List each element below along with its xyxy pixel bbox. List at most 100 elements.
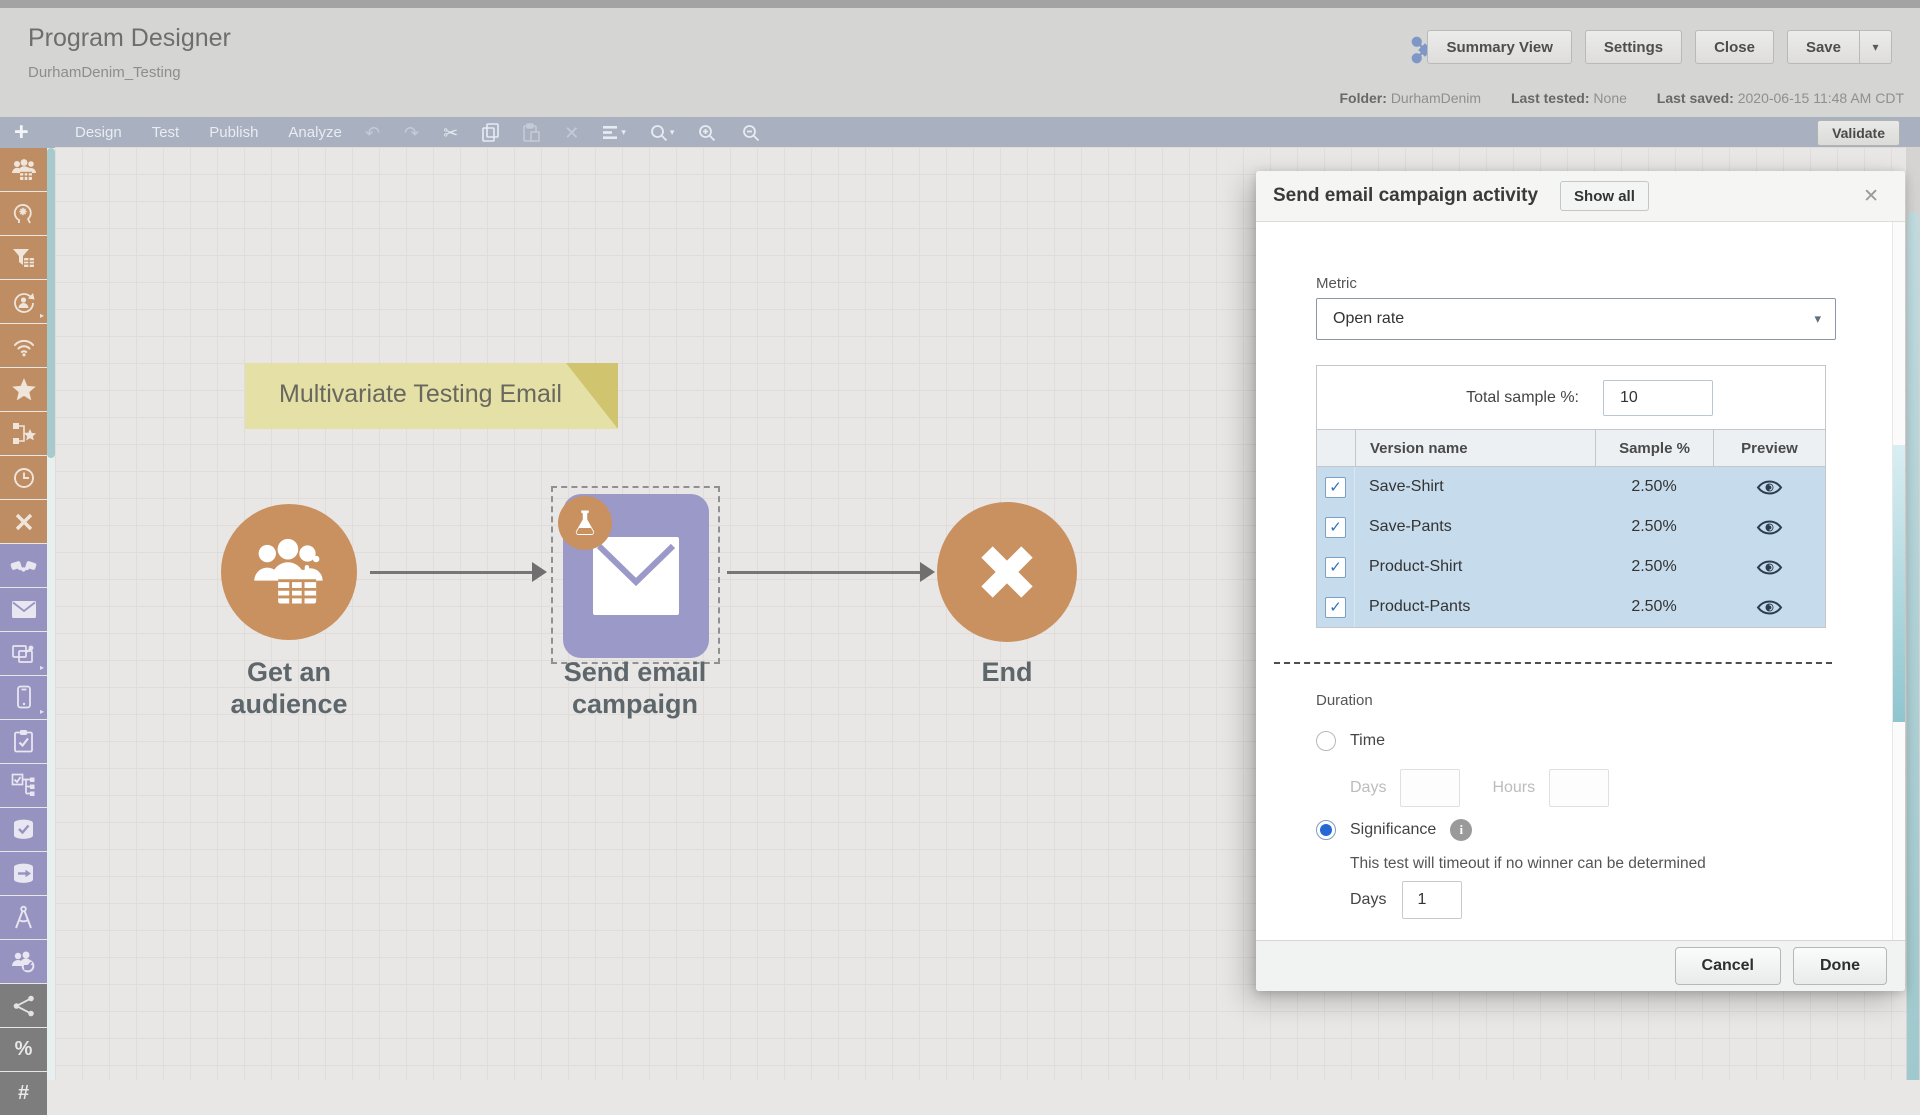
preview-eye-icon[interactable]	[1756, 559, 1783, 576]
preview-eye-icon[interactable]	[1756, 599, 1783, 616]
sidebar-item-email[interactable]	[0, 588, 47, 631]
zoom-icon[interactable]: ▾	[650, 124, 675, 142]
tab-publish[interactable]: Publish	[209, 124, 258, 141]
sidebar-item-handshake[interactable]	[0, 544, 47, 587]
zoom-in-icon[interactable]	[698, 124, 718, 142]
check-icon: ✓	[1329, 518, 1342, 536]
align-icon[interactable]: ▾	[603, 125, 626, 140]
delete-icon[interactable]: ✕	[564, 124, 579, 142]
add-step-button[interactable]: +	[14, 118, 29, 147]
table-row: ✓ Save-Pants 2.50%	[1317, 507, 1825, 547]
done-button[interactable]: Done	[1793, 947, 1887, 985]
info-icon[interactable]: i	[1450, 819, 1472, 841]
window-top-strip	[0, 0, 1920, 8]
version-name: Product-Pants	[1355, 598, 1595, 616]
paste-icon[interactable]	[523, 123, 540, 142]
significance-label: Significance	[1350, 821, 1436, 839]
person-refresh-icon	[11, 289, 36, 314]
clock-icon	[12, 466, 36, 490]
sidebar-item-landing-page[interactable]: ▸	[0, 632, 47, 675]
validate-button[interactable]: Validate	[1817, 120, 1900, 146]
sticky-note[interactable]: Multivariate Testing Email	[245, 363, 618, 429]
sample-percent: 2.50%	[1595, 518, 1713, 536]
total-sample-input[interactable]	[1603, 380, 1713, 416]
sidebar-item-signal[interactable]	[0, 324, 47, 367]
sidebar-item-favorite[interactable]	[0, 368, 47, 411]
row-checkbox[interactable]: ✓	[1325, 517, 1346, 538]
tab-test[interactable]: Test	[152, 124, 180, 141]
copy-icon[interactable]	[482, 123, 499, 142]
row-checkbox[interactable]: ✓	[1325, 557, 1346, 578]
sidebar-item-tools[interactable]	[0, 896, 47, 939]
connector-arrowhead	[532, 562, 547, 582]
tab-analyze[interactable]: Analyze	[288, 124, 341, 141]
undo-icon[interactable]: ↶	[365, 124, 380, 142]
save-button[interactable]: Save	[1787, 30, 1860, 64]
last-saved-label: Last saved:	[1657, 90, 1734, 106]
sidebar-item-data-check[interactable]	[0, 808, 47, 851]
sidebar-item-wait[interactable]	[0, 456, 47, 499]
sidebar-item-program-star[interactable]	[0, 412, 47, 455]
node-end[interactable]	[937, 502, 1077, 642]
sidebar-item-filter[interactable]	[0, 236, 47, 279]
database-arrow-icon	[11, 862, 36, 885]
toolbar: + Design Test Publish Analyze ↶ ↷ ✂ ✕ ▾	[0, 117, 1920, 148]
zoom-out-icon[interactable]	[742, 124, 762, 142]
panel-scrollbar-thumb[interactable]	[1893, 445, 1905, 722]
sidebar-item-exclude-audience[interactable]	[0, 940, 47, 983]
settings-button[interactable]: Settings	[1585, 30, 1682, 64]
sidebar-item-share[interactable]	[0, 984, 47, 1027]
save-dropdown-caret[interactable]: ▾	[1860, 30, 1892, 64]
sidebar-item-update-audience[interactable]: ▸	[0, 280, 47, 323]
folder-value: DurhamDenim	[1391, 90, 1481, 106]
table-row: ✓ Save-Shirt 2.50%	[1317, 467, 1825, 507]
metric-dropdown[interactable]: Open rate ▾	[1316, 298, 1836, 340]
time-hours-input[interactable]	[1549, 769, 1609, 807]
cut-icon[interactable]: ✂	[443, 124, 458, 142]
close-button[interactable]: Close	[1695, 30, 1774, 64]
metric-label: Metric	[1316, 275, 1357, 292]
node-get-audience[interactable]	[221, 504, 357, 640]
decision-tree-icon	[11, 773, 36, 798]
cancel-button[interactable]: Cancel	[1675, 947, 1781, 985]
sidebar-item-profile[interactable]	[0, 192, 47, 235]
sidebar-item-percent[interactable]: %	[0, 1028, 47, 1071]
test-flask-badge[interactable]	[558, 496, 612, 550]
tab-design[interactable]: Design	[75, 124, 122, 141]
significance-days-input[interactable]	[1402, 881, 1462, 919]
sidebar-item-form[interactable]	[0, 720, 47, 763]
time-days-input[interactable]	[1400, 769, 1460, 807]
check-icon: ✓	[1329, 598, 1342, 616]
sidebar-item-audience[interactable]	[0, 148, 47, 191]
canvas-scrollbar-thumb[interactable]	[1907, 212, 1919, 1080]
sidebar-item-end-step[interactable]	[0, 500, 47, 543]
sidebar-item-data-move[interactable]	[0, 852, 47, 895]
star-icon	[11, 377, 37, 402]
chevron-down-icon: ▾	[670, 128, 675, 137]
share-icon	[12, 994, 36, 1018]
preview-eye-icon[interactable]	[1756, 479, 1783, 496]
hours-label: Hours	[1492, 779, 1535, 797]
summary-view-button[interactable]: Summary View	[1427, 30, 1571, 64]
days-label: Days	[1350, 891, 1386, 909]
total-sample-label: Total sample %:	[1466, 389, 1579, 407]
note-text: Multivariate Testing Email	[279, 380, 562, 409]
app-header: Program Designer DurhamDenim_Testing Sum…	[0, 8, 1920, 117]
sidebar-item-mobile[interactable]: ▸	[0, 676, 47, 719]
redo-icon[interactable]: ↷	[404, 124, 419, 142]
step-palette-sidebar: ▸	[0, 148, 47, 1080]
last-tested-label: Last tested:	[1511, 90, 1590, 106]
significance-radio[interactable]	[1316, 820, 1336, 840]
database-check-icon	[11, 818, 36, 841]
time-radio[interactable]	[1316, 731, 1336, 751]
flask-icon	[573, 509, 597, 537]
show-all-button[interactable]: Show all	[1560, 181, 1649, 211]
sidebar-item-decision[interactable]	[0, 764, 47, 807]
preview-eye-icon[interactable]	[1756, 519, 1783, 536]
close-icon[interactable]: ✕	[1863, 185, 1879, 208]
row-checkbox[interactable]: ✓	[1325, 597, 1346, 618]
row-checkbox[interactable]: ✓	[1325, 477, 1346, 498]
sidebar-item-number[interactable]: #	[0, 1072, 47, 1115]
folder-label: Folder:	[1339, 90, 1386, 106]
sidebar-scrollbar-thumb[interactable]	[47, 148, 55, 458]
